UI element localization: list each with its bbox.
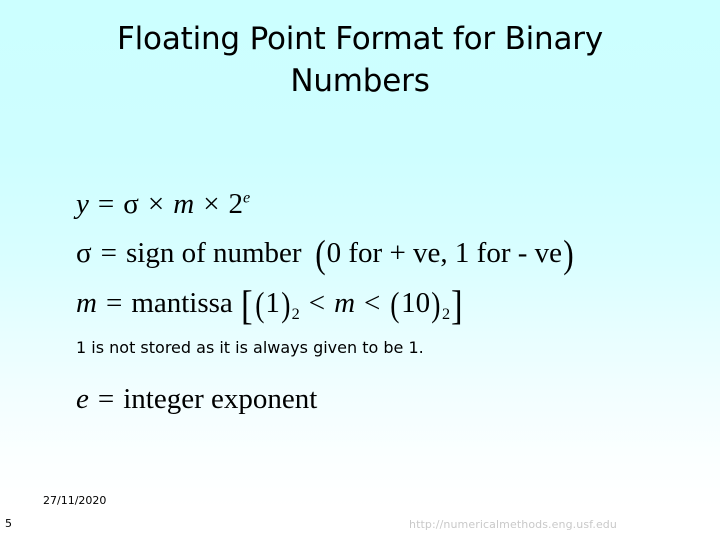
equation-2-lhs: σ <box>76 237 92 269</box>
equation-4-text: integer exponent <box>123 383 318 415</box>
footer-url: http://numericalmethods.eng.usf.edu <box>409 518 617 531</box>
equation-line-4: e = integer exponent <box>76 376 676 424</box>
equation-2-condition: 0 for + ve, 1 for - ve <box>326 237 563 269</box>
footer-slide-number: 5 <box>5 517 12 530</box>
equation-3-bracket-close: ] <box>451 281 463 328</box>
equation-3-less-than-1: < <box>308 287 326 319</box>
equation-1-lhs: y <box>76 188 89 220</box>
equation-1-times-1: × <box>147 188 165 220</box>
equation-3-equals: = <box>105 287 123 319</box>
equation-1-equals: = <box>97 188 115 220</box>
equation-3-upper-value: 10 <box>401 287 431 319</box>
equation-1-exponent: e <box>243 188 251 207</box>
slide-body: y = σ × m × 2e σ = sign of number (0 for + ve, 1 … <box>76 182 676 424</box>
equation-3-lower-subscript: 2 <box>291 304 300 323</box>
equation-1-mantissa-var: m <box>173 188 195 220</box>
equation-4-equals: = <box>97 383 115 415</box>
equation-line-1: y = σ × m × 2e <box>76 182 676 230</box>
equation-4-lhs: e <box>76 383 89 415</box>
slide-canvas: Floating Point Format for Binary Numbers… <box>0 0 720 540</box>
equation-3-upper-paren-close: ) <box>431 283 441 324</box>
equation-line-3: m = mantissa [(1)2 < m < (10)2] <box>76 280 676 330</box>
equation-1-sigma: σ <box>123 188 139 220</box>
equation-3-upper-paren-open: ( <box>390 283 400 324</box>
mantissa-note-text: 1 is not stored as it is always given to… <box>76 338 424 357</box>
equation-2-text: sign of number <box>126 237 302 269</box>
equation-1-times-2: × <box>203 188 220 220</box>
equation-2-paren-open: ( <box>314 233 326 277</box>
equation-line-2: σ = sign of number (0 for + ve, 1 for - ve) <box>76 230 676 280</box>
equation-2-equals: = <box>100 237 117 269</box>
title-block: Floating Point Format for Binary Numbers <box>50 18 670 102</box>
equation-3-lhs: m <box>76 287 97 319</box>
equation-3-upper-subscript: 2 <box>441 304 451 323</box>
footer-date: 27/11/2020 <box>43 494 107 507</box>
equation-2-paren-close: ) <box>563 233 574 277</box>
equation-3-lower-value: 1 <box>265 287 280 319</box>
equation-3-less-than-2: < <box>364 287 381 319</box>
equation-3-text: mantissa <box>131 287 233 319</box>
equation-3-lower-paren-open: ( <box>254 283 265 324</box>
equation-3-lower-paren-close: ) <box>281 283 291 324</box>
page-title: Floating Point Format for Binary Numbers <box>117 21 603 100</box>
equation-3-bracket-open: [ <box>240 281 253 328</box>
equation-1-base: 2 <box>228 188 244 220</box>
equation-3-var: m <box>334 287 356 319</box>
